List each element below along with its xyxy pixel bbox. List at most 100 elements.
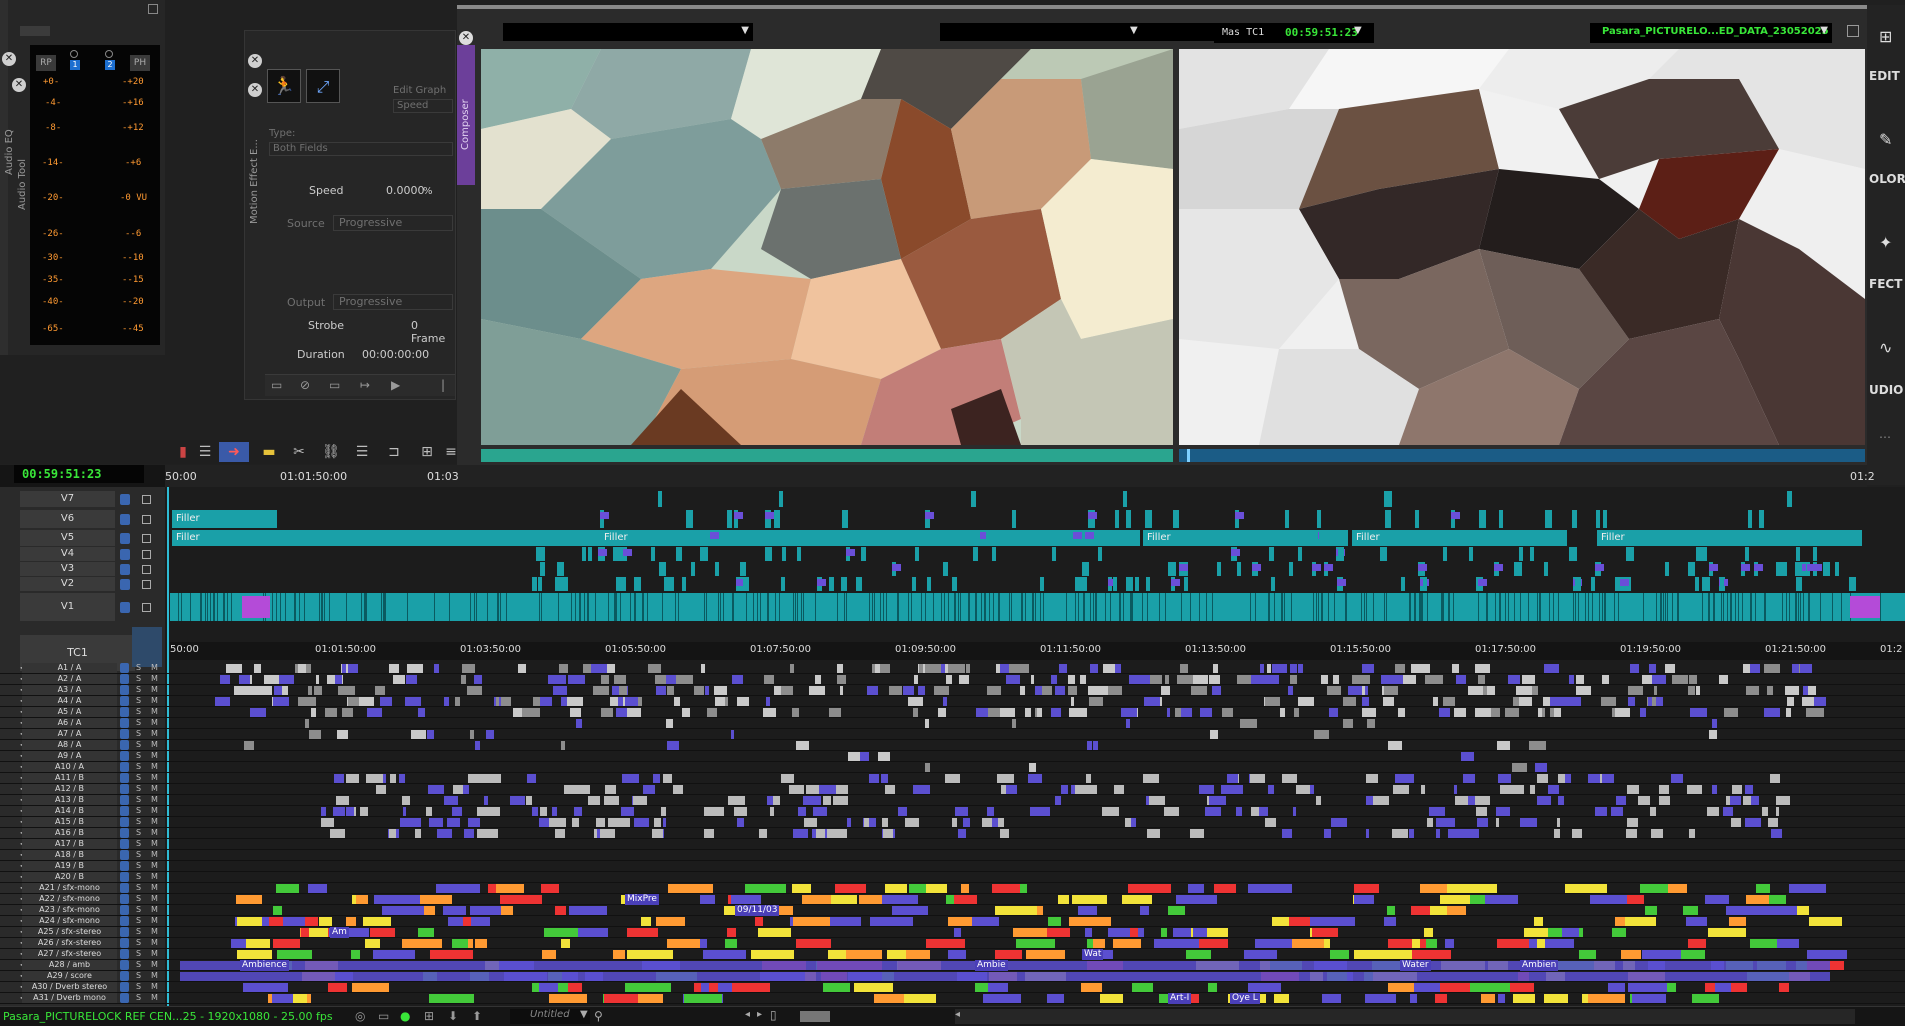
audio-clip[interactable]: [532, 807, 538, 816]
video-clip[interactable]: [1316, 510, 1321, 528]
audio-clip[interactable]: [883, 829, 894, 838]
play-icon[interactable]: ▶: [391, 378, 400, 392]
audio-clip[interactable]: [1188, 884, 1204, 893]
video-track-label[interactable]: V2: [20, 577, 115, 591]
audio-clip[interactable]: [994, 906, 1037, 915]
audio-clip[interactable]: [791, 884, 811, 893]
video-clip[interactable]: [1126, 577, 1134, 591]
audio-clip[interactable]: [1627, 818, 1638, 827]
video-clip[interactable]: [1442, 547, 1447, 561]
audio-clip[interactable]: [618, 697, 623, 706]
audio-clip[interactable]: [258, 686, 264, 695]
audio-clip[interactable]: [367, 708, 382, 717]
video-clip[interactable]: [1380, 547, 1388, 561]
audio-clip[interactable]: [1217, 796, 1226, 805]
mute-button[interactable]: M: [151, 674, 158, 683]
audio-clip[interactable]: [1775, 796, 1791, 805]
audio-clip[interactable]: [624, 697, 638, 706]
audio-clip[interactable]: [655, 917, 685, 926]
mute-button[interactable]: M: [151, 718, 158, 727]
zoom-out-icon[interactable]: ▯: [770, 1008, 777, 1022]
audio-clip[interactable]: [643, 785, 655, 794]
track-lock-icon[interactable]: [120, 729, 129, 739]
track-lock-icon[interactable]: [120, 883, 129, 893]
audio-clip[interactable]: [1352, 675, 1362, 684]
audio-clip[interactable]: [316, 675, 320, 684]
video-clip[interactable]: [650, 547, 655, 561]
audio-clip[interactable]: [1557, 818, 1561, 827]
track-lock-icon[interactable]: [120, 685, 129, 695]
track-lock-icon[interactable]: [120, 861, 129, 871]
composer-close-icon[interactable]: ✕: [459, 31, 473, 45]
audio-clip[interactable]: [1745, 818, 1761, 827]
audio-clip[interactable]: [560, 939, 571, 948]
audio-clip[interactable]: [663, 774, 673, 783]
audio-clip[interactable]: [334, 675, 342, 684]
track-lock-icon[interactable]: [120, 493, 130, 505]
video-clip[interactable]: [1039, 577, 1045, 591]
audio-clip[interactable]: [1092, 939, 1106, 948]
video-clip[interactable]: [1114, 510, 1119, 528]
solo-button[interactable]: S: [136, 927, 141, 936]
audio-clip[interactable]: [1361, 697, 1369, 706]
audio-clip[interactable]: [1429, 807, 1446, 816]
audio-clip[interactable]: [891, 906, 929, 915]
video-clip[interactable]: [541, 530, 546, 546]
audio-clip[interactable]: [273, 939, 300, 948]
audio-clip[interactable]: [1651, 675, 1666, 684]
track-monitor-icon[interactable]: [142, 514, 151, 524]
audio-track-label[interactable]: A5 / A: [22, 707, 117, 717]
audio-clip[interactable]: [1343, 697, 1356, 706]
audio-clip[interactable]: [463, 829, 473, 838]
track-lock-icon[interactable]: [120, 578, 130, 590]
layout-icon[interactable]: ⊞: [1879, 27, 1892, 46]
audio-clip[interactable]: [466, 686, 472, 695]
audio-clip[interactable]: [644, 818, 649, 827]
audio-clip[interactable]: [1687, 686, 1696, 695]
audio-clip[interactable]: [770, 807, 774, 816]
toolbar-menu-icon[interactable]: ☰: [194, 442, 216, 462]
audio-track-label[interactable]: A3 / A: [22, 685, 117, 695]
audio-clip[interactable]: [1530, 785, 1536, 794]
audio-clip[interactable]: [1750, 664, 1761, 673]
audio-clip[interactable]: [982, 994, 1021, 1003]
audio-clip[interactable]: [1098, 686, 1108, 695]
up-arrow-icon[interactable]: ⬆: [472, 1009, 482, 1023]
audio-clip[interactable]: [763, 675, 775, 684]
audio-clip[interactable]: [443, 697, 450, 706]
solo-button[interactable]: S: [136, 916, 141, 925]
audio-clip[interactable]: [1637, 796, 1651, 805]
mute-button[interactable]: M: [151, 894, 158, 903]
solo-button[interactable]: S: [136, 861, 141, 870]
audio-clip[interactable]: [243, 983, 288, 992]
audio-clip[interactable]: [1331, 818, 1348, 827]
audio-clip[interactable]: [271, 994, 293, 1003]
audio-clip[interactable]: [662, 818, 666, 827]
audio-clip[interactable]: [359, 807, 369, 816]
audio-clip[interactable]: [797, 807, 806, 816]
timeline-ruler[interactable]: 50:00 01:01:50:00 01:03:50:00 01:05:50:00 01…: [170, 642, 1905, 660]
video-clip[interactable]: [663, 577, 668, 591]
video-clip[interactable]: [1011, 510, 1016, 528]
video-clip[interactable]: [1835, 562, 1840, 576]
record-position-indicator[interactable]: [1187, 449, 1190, 462]
solo-button[interactable]: S: [136, 762, 141, 771]
audio-track-label[interactable]: A22 / sfx-mono: [22, 894, 117, 904]
video-clip[interactable]: [1400, 577, 1405, 591]
audio-clip[interactable]: [1612, 928, 1627, 937]
video-clip[interactable]: [682, 577, 687, 591]
audio-clip[interactable]: [309, 730, 322, 739]
audio-clip[interactable]: [473, 675, 483, 684]
audio-clip[interactable]: [1051, 675, 1057, 684]
audio-clip[interactable]: [1264, 675, 1280, 684]
audio-clip[interactable]: [437, 829, 452, 838]
audio-clip[interactable]: [1621, 917, 1656, 926]
more-icon[interactable]: ⋯: [1879, 430, 1891, 444]
audio-clip[interactable]: [1474, 796, 1491, 805]
audio-clip[interactable]: [913, 675, 919, 684]
audio-clip[interactable]: [533, 697, 540, 706]
audio-clip[interactable]: [622, 774, 639, 783]
audio-clip[interactable]: [1271, 664, 1287, 673]
audio-clip[interactable]: [462, 785, 470, 794]
audio-track-label[interactable]: A12 / B: [22, 784, 117, 794]
